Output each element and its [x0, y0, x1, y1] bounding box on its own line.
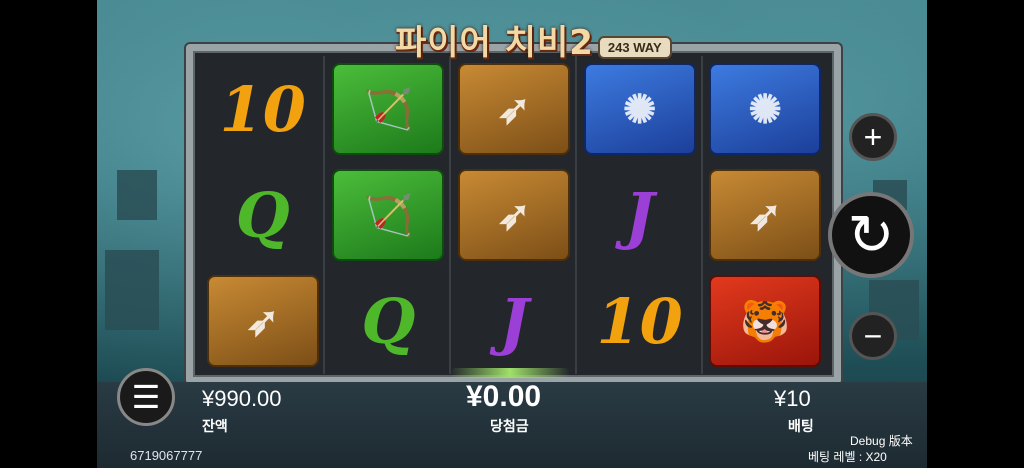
- bow-quiver-icon: 🏹: [332, 169, 445, 261]
- reel-cell: J: [577, 162, 703, 268]
- reel-cell: ✺: [577, 56, 703, 162]
- increase-bet-button[interactable]: +: [849, 113, 897, 161]
- debug-version: Debug 版本: [850, 434, 913, 448]
- game-title: 파이어 치비2 243 WAY: [395, 14, 685, 64]
- slot-reels: 10 🏹 ➶ ✺ ✺ Q 🏹 ➶ J ➶ ➶ Q J 10 🐯: [200, 56, 828, 374]
- reel-cell: 🏹: [326, 56, 452, 162]
- golden-tiger-icon: 🐯: [709, 275, 822, 367]
- straw-boat-arrows-icon: ➶: [457, 169, 570, 261]
- session-id: 6719067777: [130, 448, 203, 463]
- win-indicator: [450, 368, 570, 378]
- straw-boat-arrows-icon: ➶: [206, 275, 319, 367]
- reel-cell: 10: [200, 56, 326, 162]
- reel-cell: Q: [326, 268, 452, 374]
- hamburger-menu-icon: ☰: [131, 379, 161, 415]
- background-ship: [117, 170, 157, 220]
- balance-value: ¥990.00: [202, 386, 282, 411]
- symbol-q: Q: [235, 178, 290, 252]
- reel-cell: 🐯: [702, 268, 828, 374]
- reel-cell: ➶: [451, 162, 577, 268]
- reel-cell: ➶: [702, 162, 828, 268]
- menu-button[interactable]: ☰: [117, 368, 175, 426]
- symbol-ten: 10: [219, 72, 306, 146]
- straw-boat-arrows-icon: ➶: [709, 169, 822, 261]
- reel-cell: 10: [577, 268, 703, 374]
- win-value: ¥0.00: [466, 380, 542, 413]
- ways-badge: 243 WAY: [597, 35, 672, 59]
- spin-icon: ↻: [847, 203, 895, 266]
- bet-label: 배팅: [788, 418, 814, 434]
- decrease-bet-button[interactable]: −: [849, 312, 897, 360]
- plus-icon: +: [863, 118, 883, 155]
- reel-cell: ✺: [702, 56, 828, 162]
- balance-label: 잔액: [202, 418, 228, 434]
- symbol-q: Q: [361, 284, 416, 358]
- symbol-j: J: [624, 178, 655, 252]
- reel-cell: 🏹: [326, 162, 452, 268]
- reel-cell: J: [451, 268, 577, 374]
- bow-quiver-icon: 🏹: [332, 63, 445, 155]
- game-title-text: 파이어 치비2: [395, 22, 594, 63]
- minus-icon: −: [863, 317, 883, 354]
- spin-button[interactable]: ↻: [828, 192, 914, 278]
- symbol-j: J: [499, 284, 529, 358]
- background-ship: [105, 250, 159, 330]
- symbol-ten: 10: [596, 284, 683, 358]
- win-label: 당첨금: [490, 418, 529, 434]
- reel-cell: ➶: [451, 56, 577, 162]
- reel-cell: Q: [200, 162, 326, 268]
- bet-value: ¥10: [774, 386, 811, 411]
- bet-level: 베팅 레벨 : X20: [808, 450, 887, 464]
- feather-fan-icon: ✺: [709, 63, 822, 155]
- reel-cell: ➶: [200, 268, 326, 374]
- straw-boat-arrows-icon: ➶: [457, 63, 570, 155]
- feather-fan-icon: ✺: [583, 63, 696, 155]
